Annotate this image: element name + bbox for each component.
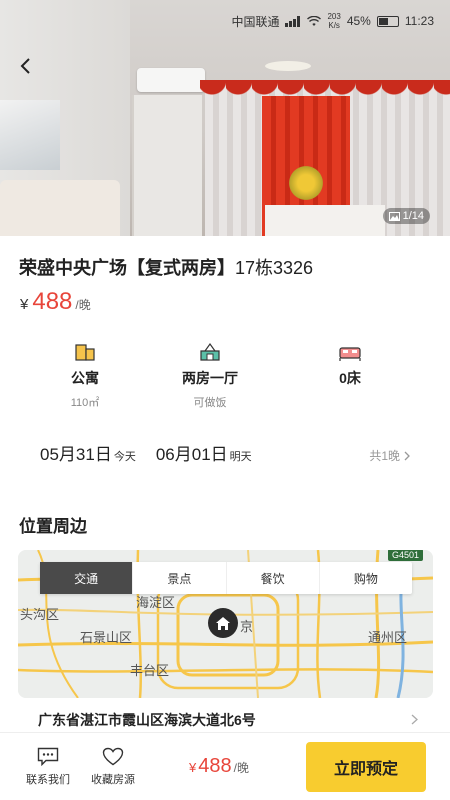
bottom-price-unit: /晚: [233, 761, 249, 775]
back-button[interactable]: [14, 54, 38, 78]
feature-layout: 两房一厅 可做饭: [140, 340, 280, 410]
checkout-date[interactable]: 06月01日 明天: [156, 440, 252, 465]
highway-badge: G4501: [387, 550, 423, 561]
photo-wall-art: [0, 100, 60, 170]
feature-type-label: 公寓: [71, 370, 99, 386]
chevron-right-icon: [404, 451, 410, 460]
feature-beds-label: 0床: [339, 370, 361, 386]
photo-air-conditioner: [137, 68, 205, 92]
location-section-title: 位置周边: [19, 517, 87, 536]
book-now-button[interactable]: 立即预定: [306, 742, 426, 792]
map-label-fengtai: 丰台区: [130, 663, 170, 678]
signal-icon: [285, 15, 301, 27]
favorite-label: 收藏房源: [91, 773, 135, 786]
photo-flowers: [285, 165, 327, 201]
price-unit: /晚: [75, 298, 91, 312]
map-label-mentougou: 头沟区: [20, 607, 60, 622]
price-currency: ¥: [20, 296, 29, 313]
location-pin[interactable]: [208, 608, 238, 638]
feature-beds: 0床: [280, 340, 420, 410]
photo-counter[interactable]: 1/14: [382, 208, 430, 224]
photo-door: [132, 95, 202, 236]
map-tab-dining[interactable]: 餐饮: [227, 562, 320, 594]
feature-layout-sub: 可做饭: [193, 397, 227, 409]
location-map[interactable]: 交通 景点 餐饮 购物 海淀区 头沟区 石景山区 丰台区 通州区 京 G4501: [18, 550, 433, 698]
listing-price: ¥ 488 /晚: [20, 288, 91, 316]
checkin-date-value: 05月31日: [40, 445, 112, 464]
bottom-action-bar: 联系我们 收藏房源 ¥ 488 /晚 立即预定: [0, 732, 450, 800]
bottom-price-currency: ¥: [189, 760, 197, 775]
listing-title-suffix: 17栋3326: [235, 258, 314, 278]
address-text: 广东省湛江市霞山区海滨大道北6号: [38, 712, 256, 728]
nights-count[interactable]: 共1晚: [369, 447, 410, 464]
checkin-date[interactable]: 05月31日 今天: [40, 440, 136, 465]
photo-table: [265, 205, 385, 236]
map-label-haidian: 海淀区: [136, 595, 176, 610]
map-label-shijingshan: 石景山区: [80, 630, 133, 645]
map-label-tongzhou: 通州区: [368, 630, 408, 645]
status-bar: 中国联通 203 K/s 45% 11:23: [0, 0, 450, 42]
apartment-icon: [75, 344, 95, 361]
price-amount: 488: [32, 288, 73, 315]
map-category-tabs: 交通 景点 餐饮 购物: [40, 562, 412, 594]
map-tab-shopping[interactable]: 购物: [320, 562, 412, 594]
feature-type-sub: 110㎡: [70, 397, 100, 409]
photo-curtain-valance: [200, 80, 450, 102]
listing-title-main: 荣盛中央广场【复式两房】: [19, 258, 235, 278]
checkout-date-value: 06月01日: [155, 445, 228, 464]
address-row[interactable]: 广东省湛江市霞山区海滨大道北6号: [38, 710, 418, 730]
chat-icon: [37, 747, 59, 766]
feature-type: 公寓 110㎡: [30, 340, 140, 410]
bottom-price: ¥ 488 /晚: [189, 755, 249, 778]
listing-title: 荣盛中央广场【复式两房】17栋3326: [19, 254, 313, 280]
clock: 11:23: [404, 14, 434, 28]
map-tab-attractions[interactable]: 景点: [133, 562, 227, 594]
bottom-price-amount: 488: [198, 755, 232, 777]
photo-counter-text: 1/14: [402, 210, 424, 222]
checkin-weekday: 今天: [113, 451, 136, 463]
heart-icon: [102, 747, 124, 765]
checkout-weekday: 明天: [229, 451, 252, 463]
carrier-label: 中国联通: [231, 14, 280, 29]
battery-percent: 45%: [346, 14, 371, 28]
image-icon: [388, 211, 400, 221]
room-features: 公寓 110㎡ 两房一厅 可做饭 0床: [30, 340, 430, 410]
chevron-left-icon: [20, 58, 30, 74]
contact-button[interactable]: 联系我们: [19, 747, 77, 787]
wifi-icon: [307, 15, 322, 26]
bed-icon: [339, 347, 361, 361]
photo-sofa: [0, 180, 120, 236]
favorite-button[interactable]: 收藏房源: [83, 747, 143, 787]
network-speed: 203 K/s: [327, 12, 341, 30]
map-tab-transport[interactable]: 交通: [40, 562, 134, 594]
nights-label: 共1晚: [369, 449, 400, 463]
feature-layout-label: 两房一厅: [182, 370, 238, 386]
chevron-right-icon: [411, 712, 418, 728]
map-label-jing: 京: [240, 619, 254, 634]
battery-icon: [376, 15, 399, 27]
home-icon: [216, 616, 230, 630]
contact-label: 联系我们: [26, 773, 70, 786]
stay-dates[interactable]: 05月31日 今天 06月01日 明天 共1晚: [40, 440, 410, 465]
room-layout-icon: [200, 342, 220, 361]
photo-ceiling-lamp: [265, 61, 311, 71]
